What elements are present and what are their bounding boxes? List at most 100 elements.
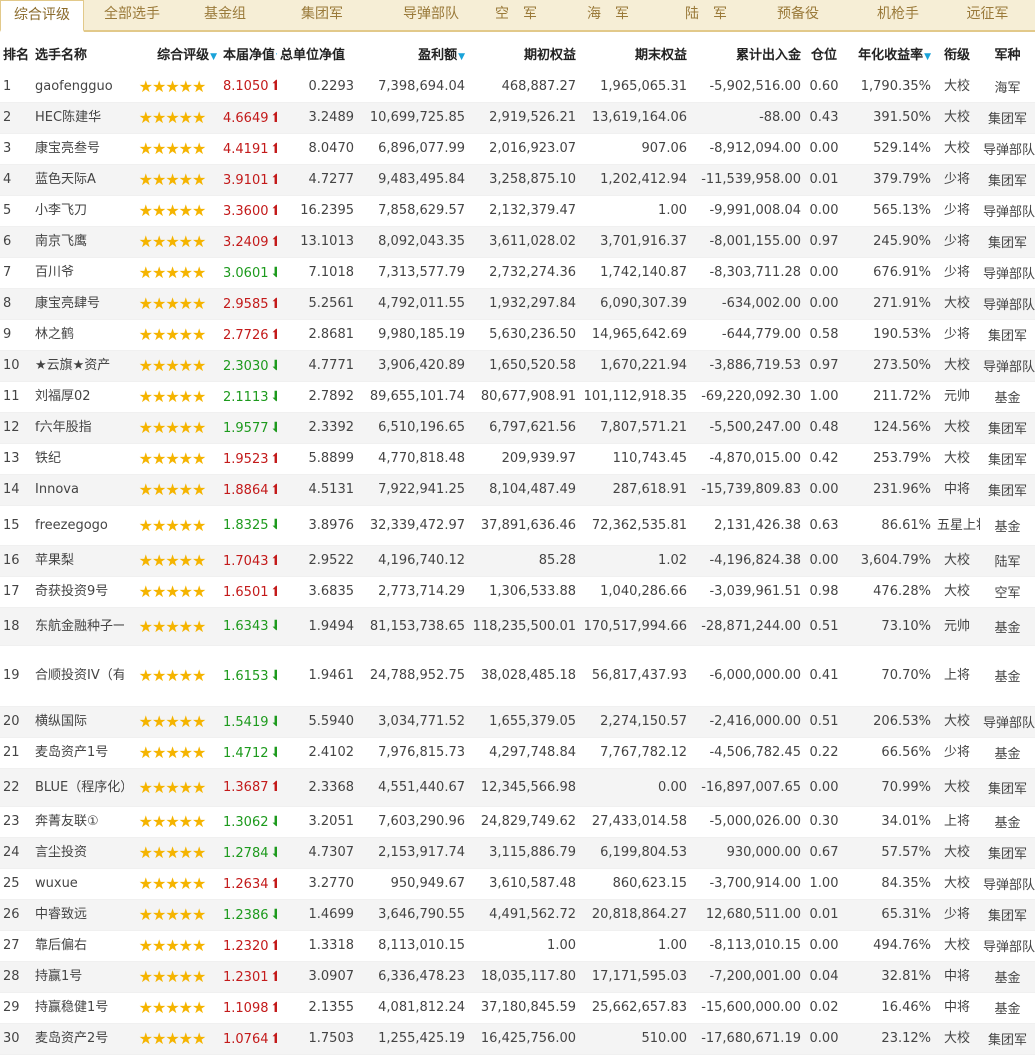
player-name-link[interactable]: 百川爷 xyxy=(32,257,124,289)
player-name-link[interactable]: freezegogo xyxy=(32,505,124,546)
profit-cell: 8,113,010.15 xyxy=(357,930,468,962)
nav-cell: 1.2386⬇ xyxy=(220,899,277,931)
col-header-name[interactable]: 选手名称 xyxy=(32,35,124,71)
table-row: 7百川爷 ★★★★★ 3.0601⬇7.10187,313,577.792,732,… xyxy=(0,257,1035,289)
player-name-link[interactable]: 言尘投资 xyxy=(32,837,124,869)
cum-flow-cell: -4,196,824.38 xyxy=(690,545,804,577)
tab-7[interactable]: 陆 军 xyxy=(672,0,740,30)
player-name-link[interactable]: 中睿致远 xyxy=(32,899,124,931)
cum-flow-cell: -644,779.00 xyxy=(690,319,804,351)
rating-cell: ★★★★★ xyxy=(124,505,220,546)
player-name-link[interactable]: 康宝亮肆号 xyxy=(32,288,124,320)
player-name-link[interactable]: 横纵国际 xyxy=(32,706,124,738)
begin-equity-cell: 118,235,500.01 xyxy=(468,607,579,646)
end-equity-cell: 1,965,065.31 xyxy=(579,71,690,103)
cum-flow-cell: -88.00 xyxy=(690,102,804,134)
table-row: 4蓝色天际A ★★★★★ 3.9101⬆4.72779,483,495.843,25… xyxy=(0,164,1035,196)
nav-cell: 1.2301⬆ xyxy=(220,961,277,993)
player-name-link[interactable]: wuxue xyxy=(32,868,124,900)
unit-nav-cell: 2.8681 xyxy=(277,319,357,351)
tab-8[interactable]: 预备役 xyxy=(740,0,856,30)
col-header-unit-nav[interactable]: 总单位净值 xyxy=(277,35,357,71)
player-name-link[interactable]: 合顺投资IV（有限合伙） xyxy=(32,645,124,707)
player-name-link[interactable]: 南京飞鹰 xyxy=(32,226,124,258)
nav-value: 1.6343 xyxy=(223,619,269,634)
col-header-position[interactable]: 仓位 xyxy=(804,35,844,71)
player-name-link[interactable]: 小李飞刀 xyxy=(32,195,124,227)
begin-equity-cell: 1,932,297.84 xyxy=(468,288,579,320)
player-name-link[interactable]: 麦岛资产1号 xyxy=(32,737,124,769)
nav-cell: 1.6153⬇ xyxy=(220,645,277,707)
tab-1[interactable]: 全部选手 xyxy=(84,0,180,30)
rating-cell: ★★★★★ xyxy=(124,71,220,103)
player-name-link[interactable]: 靠后偏右 xyxy=(32,930,124,962)
player-name-link[interactable]: f六年股指 xyxy=(32,412,124,444)
sort-down-triangle-icon[interactable]: ▼ xyxy=(458,52,465,62)
player-name-link[interactable]: HEC陈建华 xyxy=(32,102,124,134)
player-name-link[interactable]: 奔菁友联① xyxy=(32,806,124,838)
player-name-link[interactable]: 持赢1号 xyxy=(32,961,124,993)
rank-title-cell: 大校 xyxy=(934,545,980,577)
col-header-nav[interactable]: 本届净值▼ xyxy=(220,35,277,71)
col-header-rank[interactable]: 排名 xyxy=(0,35,32,71)
tab-3[interactable]: 集团军 xyxy=(270,0,374,30)
begin-equity-cell: 37,180,845.59 xyxy=(468,992,579,1024)
sort-down-triangle-icon[interactable]: ▼ xyxy=(924,52,931,62)
annual-return-cell: 271.91% xyxy=(844,288,934,320)
player-name-link[interactable]: ★云旗★资产 xyxy=(32,350,124,382)
player-name-link[interactable]: gaofengguo xyxy=(32,71,124,103)
arrow-up-icon: ⬆ xyxy=(271,876,278,892)
unit-nav-cell: 3.6835 xyxy=(277,576,357,608)
player-name-link[interactable]: 蓝色天际A xyxy=(32,164,124,196)
col-header-begin-equity[interactable]: 期初权益 xyxy=(468,35,579,71)
col-header-rating[interactable]: 综合评级▼ xyxy=(124,35,220,71)
col-header-cum-flow[interactable]: 累计出入金 xyxy=(690,35,804,71)
col-header-annual-return[interactable]: 年化收益率▼ xyxy=(844,35,934,71)
annual-return-cell: 57.57% xyxy=(844,837,934,869)
end-equity-cell: 6,199,804.53 xyxy=(579,837,690,869)
unit-nav-cell: 4.7277 xyxy=(277,164,357,196)
position-cell: 0.51 xyxy=(804,607,844,646)
player-name-link[interactable]: 持赢稳健1号 xyxy=(32,992,124,1024)
tab-5[interactable]: 空 军 xyxy=(488,0,544,30)
tab-6[interactable]: 海 军 xyxy=(544,0,672,30)
end-equity-cell: 1.02 xyxy=(579,545,690,577)
ranking-table: 排名 选手名称 综合评级▼ 本届净值▼ 总单位净值 盈利额▼ 期初权益 期末权益… xyxy=(0,35,1035,1055)
arrow-up-icon: ⬆ xyxy=(271,1000,278,1016)
begin-equity-cell: 2,132,379.47 xyxy=(468,195,579,227)
player-name-link[interactable]: 康宝亮叁号 xyxy=(32,133,124,165)
col-header-branch[interactable]: 军种 xyxy=(980,35,1035,71)
arrow-down-icon: ⬇ xyxy=(271,618,278,634)
tab-0[interactable]: 综合评级 xyxy=(0,0,84,32)
rating-cell: ★★★★★ xyxy=(124,381,220,413)
rank-title-cell: 中将 xyxy=(934,992,980,1024)
player-name-link[interactable]: 林之鹤 xyxy=(32,319,124,351)
annual-return-cell: 565.13% xyxy=(844,195,934,227)
player-name-link[interactable]: 刘福厚02 xyxy=(32,381,124,413)
player-name-link[interactable]: 麦岛资产2号 xyxy=(32,1023,124,1055)
player-name-link[interactable]: BLUE（程序化） xyxy=(32,768,124,807)
player-name-link[interactable]: 铁纪 xyxy=(32,443,124,475)
col-header-profit[interactable]: 盈利额▼ xyxy=(357,35,468,71)
player-name-link[interactable]: 奇获投资9号 xyxy=(32,576,124,608)
branch-cell: 导弹部队 xyxy=(980,195,1035,227)
sort-down-triangle-icon[interactable]: ▼ xyxy=(276,52,277,62)
end-equity-cell: 2,274,150.57 xyxy=(579,706,690,738)
end-equity-cell: 3,701,916.37 xyxy=(579,226,690,258)
player-name-link[interactable]: 苹果梨 xyxy=(32,545,124,577)
col-header-rank-title[interactable]: 衔级 xyxy=(934,35,980,71)
player-name-link[interactable]: Innova xyxy=(32,474,124,506)
col-header-end-equity[interactable]: 期末权益 xyxy=(579,35,690,71)
star-icon: ★★★★★ xyxy=(138,108,207,127)
tab-10[interactable]: 远征军 xyxy=(940,0,1035,30)
arrow-up-icon: ⬆ xyxy=(271,296,278,312)
player-name-link[interactable]: 东航金融种子一号 xyxy=(32,607,124,646)
tab-2[interactable]: 基金组 xyxy=(180,0,270,30)
nav-cell: 1.7043⬆ xyxy=(220,545,277,577)
nav-value: 1.5419 xyxy=(223,714,269,730)
unit-nav-cell: 16.2395 xyxy=(277,195,357,227)
tab-4[interactable]: 导弹部队 xyxy=(374,0,488,30)
sort-down-triangle-icon[interactable]: ▼ xyxy=(210,52,217,62)
tab-9[interactable]: 机枪手 xyxy=(856,0,940,30)
nav-value: 4.4191 xyxy=(223,141,269,157)
